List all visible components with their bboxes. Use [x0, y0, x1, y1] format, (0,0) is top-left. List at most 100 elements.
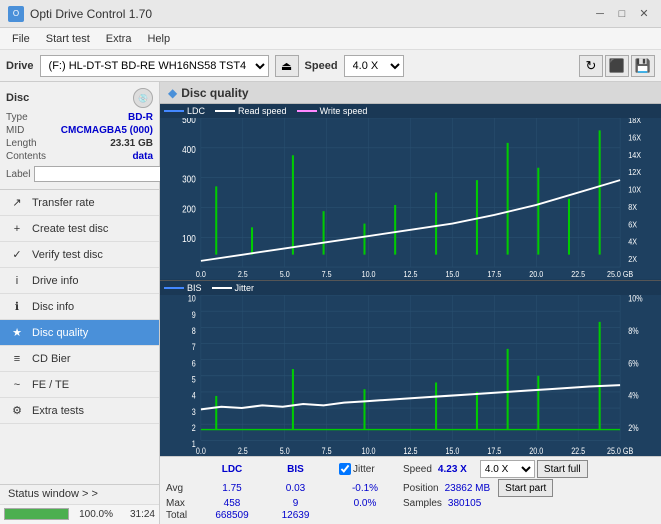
- sidebar-item-verify-test-disc[interactable]: ✓ Verify test disc: [0, 242, 159, 268]
- svg-text:3: 3: [192, 405, 196, 416]
- sidebar-item-disc-quality[interactable]: ★ Disc quality: [0, 320, 159, 346]
- progress-bar-bg: [4, 508, 69, 520]
- svg-text:4X: 4X: [628, 237, 637, 247]
- svg-text:7.5: 7.5: [322, 269, 332, 279]
- label-row: Label ⬤: [6, 165, 153, 183]
- start-part-button[interactable]: Start part: [498, 479, 553, 497]
- transfer-rate-icon: ↗: [8, 194, 26, 212]
- legend-ldc: LDC: [164, 106, 205, 116]
- sidebar-item-create-test-disc[interactable]: + Create test disc: [0, 216, 159, 242]
- read-label: Read speed: [238, 106, 287, 116]
- jitter-checkbox[interactable]: [339, 463, 351, 475]
- extra-tests-icon: ⚙: [8, 402, 26, 420]
- sidebar-item-cd-bier[interactable]: ≡ CD Bier: [0, 346, 159, 372]
- chart1-area: 500 400 300 200 100 18X 16X 14X 12X 10X …: [160, 118, 661, 280]
- speed-col-label: Speed: [403, 464, 432, 475]
- titlebar-left: O Opti Drive Control 1.70: [8, 6, 152, 22]
- length-label: Length: [6, 138, 37, 149]
- svg-text:15.0: 15.0: [445, 444, 459, 455]
- status-window-button[interactable]: Status window > >: [0, 485, 159, 505]
- svg-text:17.5: 17.5: [487, 444, 501, 455]
- sidebar-item-drive-info[interactable]: i Drive info: [0, 268, 159, 294]
- verify-test-label: Verify test disc: [32, 249, 103, 261]
- svg-text:25.0 GB: 25.0 GB: [607, 444, 634, 455]
- progress-row: 100.0% 31:24: [0, 505, 159, 524]
- max-jitter: 0.0%: [337, 498, 393, 509]
- stats-total-row: Total 668509 12639: [166, 510, 655, 521]
- eject-button[interactable]: ⏏: [275, 55, 299, 77]
- contents-label: Contents: [6, 151, 46, 162]
- cd-bier-icon: ≡: [8, 350, 26, 368]
- content-header: ◆ Disc quality: [160, 82, 661, 104]
- start-full-button[interactable]: Start full: [537, 460, 588, 478]
- toolbar-btn-3[interactable]: 💾: [631, 55, 655, 77]
- svg-text:4: 4: [192, 389, 196, 400]
- maximize-button[interactable]: □: [613, 5, 631, 23]
- stats-max-row: Max 458 9 0.0% Samples 380105: [166, 498, 655, 509]
- app-icon: O: [8, 6, 24, 22]
- svg-text:4%: 4%: [628, 389, 639, 400]
- legend-jitter: Jitter: [212, 283, 255, 293]
- disc-info-icon: ℹ: [8, 298, 26, 316]
- svg-text:8: 8: [192, 325, 196, 336]
- time-text: 31:24: [117, 509, 155, 520]
- menu-start-test[interactable]: Start test: [38, 31, 98, 47]
- drive-select[interactable]: (F:) HL-DT-ST BD-RE WH16NS58 TST4: [40, 55, 269, 77]
- toolbar-btn-2[interactable]: ⬛: [605, 55, 629, 77]
- create-test-label: Create test disc: [32, 223, 108, 235]
- chart1-legend: LDC Read speed Write speed: [160, 104, 661, 118]
- disc-quality-icon: ★: [8, 324, 26, 342]
- svg-text:500: 500: [182, 118, 196, 125]
- speed-label: Speed: [305, 60, 338, 72]
- disc-icon: 💿: [133, 88, 153, 108]
- stats-ldc-header: LDC: [198, 464, 266, 475]
- content-header-title: Disc quality: [181, 86, 248, 100]
- sidebar-item-extra-tests[interactable]: ⚙ Extra tests: [0, 398, 159, 424]
- svg-text:7.5: 7.5: [322, 444, 332, 455]
- svg-text:22.5: 22.5: [571, 269, 585, 279]
- svg-text:22.5: 22.5: [571, 444, 585, 455]
- svg-text:300: 300: [182, 174, 196, 185]
- svg-text:7: 7: [192, 341, 196, 352]
- label-label: Label: [6, 169, 30, 180]
- toolbar-btn-1[interactable]: ↻: [579, 55, 603, 77]
- mid-value: CMCMAGBA5 (000): [61, 125, 153, 136]
- svg-text:2: 2: [192, 421, 196, 432]
- svg-text:12X: 12X: [628, 168, 641, 178]
- content-header-icon: ◆: [168, 86, 177, 100]
- menu-file[interactable]: File: [4, 31, 38, 47]
- svg-text:20.0: 20.0: [529, 269, 543, 279]
- read-color: [215, 110, 235, 112]
- close-button[interactable]: ✕: [635, 5, 653, 23]
- avg-jitter: -0.1%: [337, 483, 393, 494]
- svg-text:5: 5: [192, 373, 196, 384]
- menu-help[interactable]: Help: [139, 31, 178, 47]
- minimize-button[interactable]: ─: [591, 5, 609, 23]
- sidebar-item-transfer-rate[interactable]: ↗ Transfer rate: [0, 190, 159, 216]
- sidebar-item-disc-info[interactable]: ℹ Disc info: [0, 294, 159, 320]
- speed-select2[interactable]: 4.0 X: [480, 460, 535, 478]
- svg-text:5.0: 5.0: [280, 444, 290, 455]
- legend-bis: BIS: [164, 283, 202, 293]
- drive-info-icon: i: [8, 272, 26, 290]
- fe-te-label: FE / TE: [32, 379, 69, 391]
- sidebar: Disc 💿 Type BD-R MID CMCMAGBA5 (000) Len…: [0, 82, 160, 524]
- sidebar-item-fe-te[interactable]: ~ FE / TE: [0, 372, 159, 398]
- stats-bar: LDC BIS Jitter Speed 4.23 X 4.0 X Start …: [160, 456, 661, 524]
- svg-text:200: 200: [182, 204, 196, 215]
- app-title: Opti Drive Control 1.70: [30, 7, 152, 21]
- bis-label: BIS: [187, 283, 202, 293]
- disc-type-row: Type BD-R: [6, 112, 153, 123]
- disc-header: Disc 💿: [6, 88, 153, 108]
- verify-test-icon: ✓: [8, 246, 26, 264]
- chart2-area: 10 9 8 7 6 5 4 3 2 1 10% 8% 6% 4% 2%: [160, 295, 661, 457]
- speed-select[interactable]: 4.0 X: [344, 55, 404, 77]
- jitter-chart-label: Jitter: [235, 283, 255, 293]
- chart2-legend: BIS Jitter: [160, 281, 661, 295]
- label-input[interactable]: [34, 166, 172, 182]
- cd-bier-label: CD Bier: [32, 353, 71, 365]
- samples-value: 380105: [448, 498, 481, 509]
- jitter-color: [212, 287, 232, 289]
- svg-text:10.0: 10.0: [362, 444, 376, 455]
- menu-extra[interactable]: Extra: [98, 31, 140, 47]
